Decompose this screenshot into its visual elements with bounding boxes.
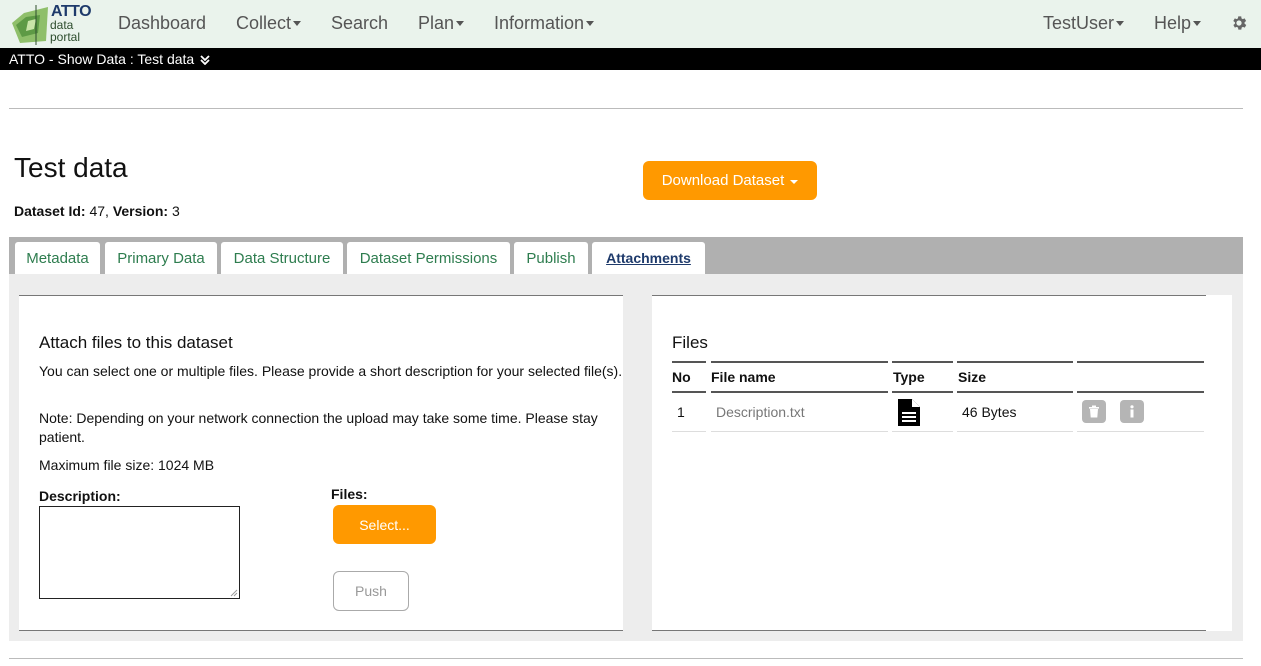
attach-note: Note: Depending on your network connecti…	[39, 410, 598, 445]
description-label: Description:	[39, 488, 121, 504]
caret-down-icon	[456, 20, 465, 26]
top-navbar: ATTO data portal Dashboard Collect Searc…	[0, 0, 1261, 48]
table-header-rule	[672, 391, 706, 393]
breadcrumb[interactable]: ATTO - Show Data : Test data	[9, 51, 210, 67]
caret-down-icon	[293, 20, 302, 26]
divider	[9, 658, 1243, 659]
nav-collect[interactable]: Collect	[236, 13, 302, 34]
divider	[652, 295, 1206, 296]
file-no: 1	[677, 404, 685, 420]
table-header-rule	[1077, 361, 1204, 363]
row-divider	[957, 431, 1073, 432]
nav-plan-label: Plan	[418, 13, 455, 33]
info-icon	[1130, 405, 1134, 418]
dataset-meta: Dataset Id: 47, Version: 3	[14, 203, 180, 219]
row-divider	[892, 431, 953, 432]
nav-dashboard[interactable]: Dashboard	[118, 13, 206, 34]
divider	[652, 630, 1206, 631]
tab-label: Primary Data	[117, 249, 205, 267]
table-header-rule	[892, 361, 953, 363]
tab-label: Publish	[526, 249, 576, 267]
tab-strip: Metadata Primary Data Data Structure Dat…	[9, 237, 1243, 274]
trash-icon	[1089, 405, 1099, 418]
nav-help[interactable]: Help	[1154, 13, 1202, 34]
nav-plan[interactable]: Plan	[418, 13, 465, 34]
nav-search[interactable]: Search	[331, 13, 388, 34]
caret-down-icon	[586, 20, 595, 26]
double-chevron-down-icon	[200, 55, 210, 66]
breadcrumb-text: ATTO - Show Data : Test data	[9, 51, 195, 67]
table-header-rule	[672, 361, 706, 363]
table-header-rule	[711, 361, 888, 363]
file-info-button[interactable]	[1120, 400, 1144, 423]
file-name-link[interactable]: Description.txt	[716, 404, 805, 420]
resize-handle-icon[interactable]	[230, 589, 238, 597]
gear-icon[interactable]	[1230, 14, 1248, 32]
tab-primary-data[interactable]: Primary Data	[105, 242, 217, 274]
download-dataset-button[interactable]: Download Dataset	[643, 161, 817, 200]
nav-information-label: Information	[494, 13, 585, 33]
tab-label: Dataset Permissions	[359, 249, 498, 267]
document-icon	[898, 399, 920, 426]
row-divider	[672, 431, 706, 432]
select-files-label: Select...	[359, 516, 410, 533]
breadcrumb-bar: ATTO - Show Data : Test data	[0, 48, 1261, 70]
tab-data-structure[interactable]: Data Structure	[221, 242, 343, 274]
table-header-rule	[892, 391, 953, 393]
files-label: Files:	[331, 486, 368, 502]
user-name: TestUser	[1043, 13, 1115, 33]
delete-file-button[interactable]	[1082, 400, 1106, 423]
caret-down-icon	[790, 179, 799, 184]
page-title: Test data	[14, 152, 128, 183]
select-files-button[interactable]: Select...	[333, 505, 436, 544]
dataset-version-value: 3	[171, 203, 180, 219]
table-header-rule	[957, 361, 1073, 363]
nav-collect-label: Collect	[236, 13, 292, 33]
tab-label: Attachments	[606, 250, 691, 266]
table-header-rule	[711, 391, 888, 393]
tab-label: Data Structure	[233, 249, 331, 267]
push-button[interactable]: Push	[333, 571, 409, 611]
download-dataset-label: Download Dataset	[661, 172, 785, 189]
files-heading: Files	[672, 333, 708, 352]
file-size: 46 Bytes	[962, 404, 1017, 420]
nav-information[interactable]: Information	[494, 13, 595, 34]
files-panel	[652, 295, 1232, 631]
logo-subtitle-2: portal	[50, 30, 81, 44]
dataset-version-label: Version:	[112, 203, 169, 219]
divider	[9, 108, 1243, 109]
caret-down-icon	[1116, 20, 1125, 26]
row-divider	[1077, 431, 1204, 432]
logo-map-icon	[12, 5, 48, 45]
max-file-size: Maximum file size: 1024 MB	[39, 457, 215, 473]
help-label: Help	[1154, 13, 1192, 33]
description-textarea[interactable]	[39, 506, 240, 599]
tab-publish[interactable]: Publish	[514, 242, 588, 274]
attach-heading: Attach files to this dataset	[39, 333, 233, 352]
tab-label: Metadata	[26, 249, 89, 267]
column-header-file-name: File name	[711, 369, 776, 385]
caret-down-icon	[1193, 20, 1202, 26]
row-divider	[711, 431, 888, 432]
nav-dashboard-label: Dashboard	[118, 13, 207, 33]
table-header-rule	[957, 391, 1073, 393]
tab-attachments[interactable]: Attachments	[592, 242, 705, 274]
atto-logo[interactable]: ATTO data portal	[10, 3, 92, 45]
column-header-size: Size	[958, 369, 987, 385]
attach-info: You can select one or multiple files. Pl…	[39, 363, 623, 379]
column-header-no: No	[672, 369, 691, 385]
dataset-id-value: 47	[89, 203, 106, 219]
column-header-type: Type	[893, 369, 925, 385]
nav-search-label: Search	[331, 13, 389, 33]
tab-dataset-permissions[interactable]: Dataset Permissions	[347, 242, 510, 274]
tab-metadata[interactable]: Metadata	[15, 242, 100, 274]
dataset-id-label: Dataset Id:	[14, 203, 86, 219]
nav-user-menu[interactable]: TestUser	[1043, 13, 1125, 34]
push-label: Push	[355, 583, 387, 599]
table-header-rule	[1077, 391, 1204, 393]
